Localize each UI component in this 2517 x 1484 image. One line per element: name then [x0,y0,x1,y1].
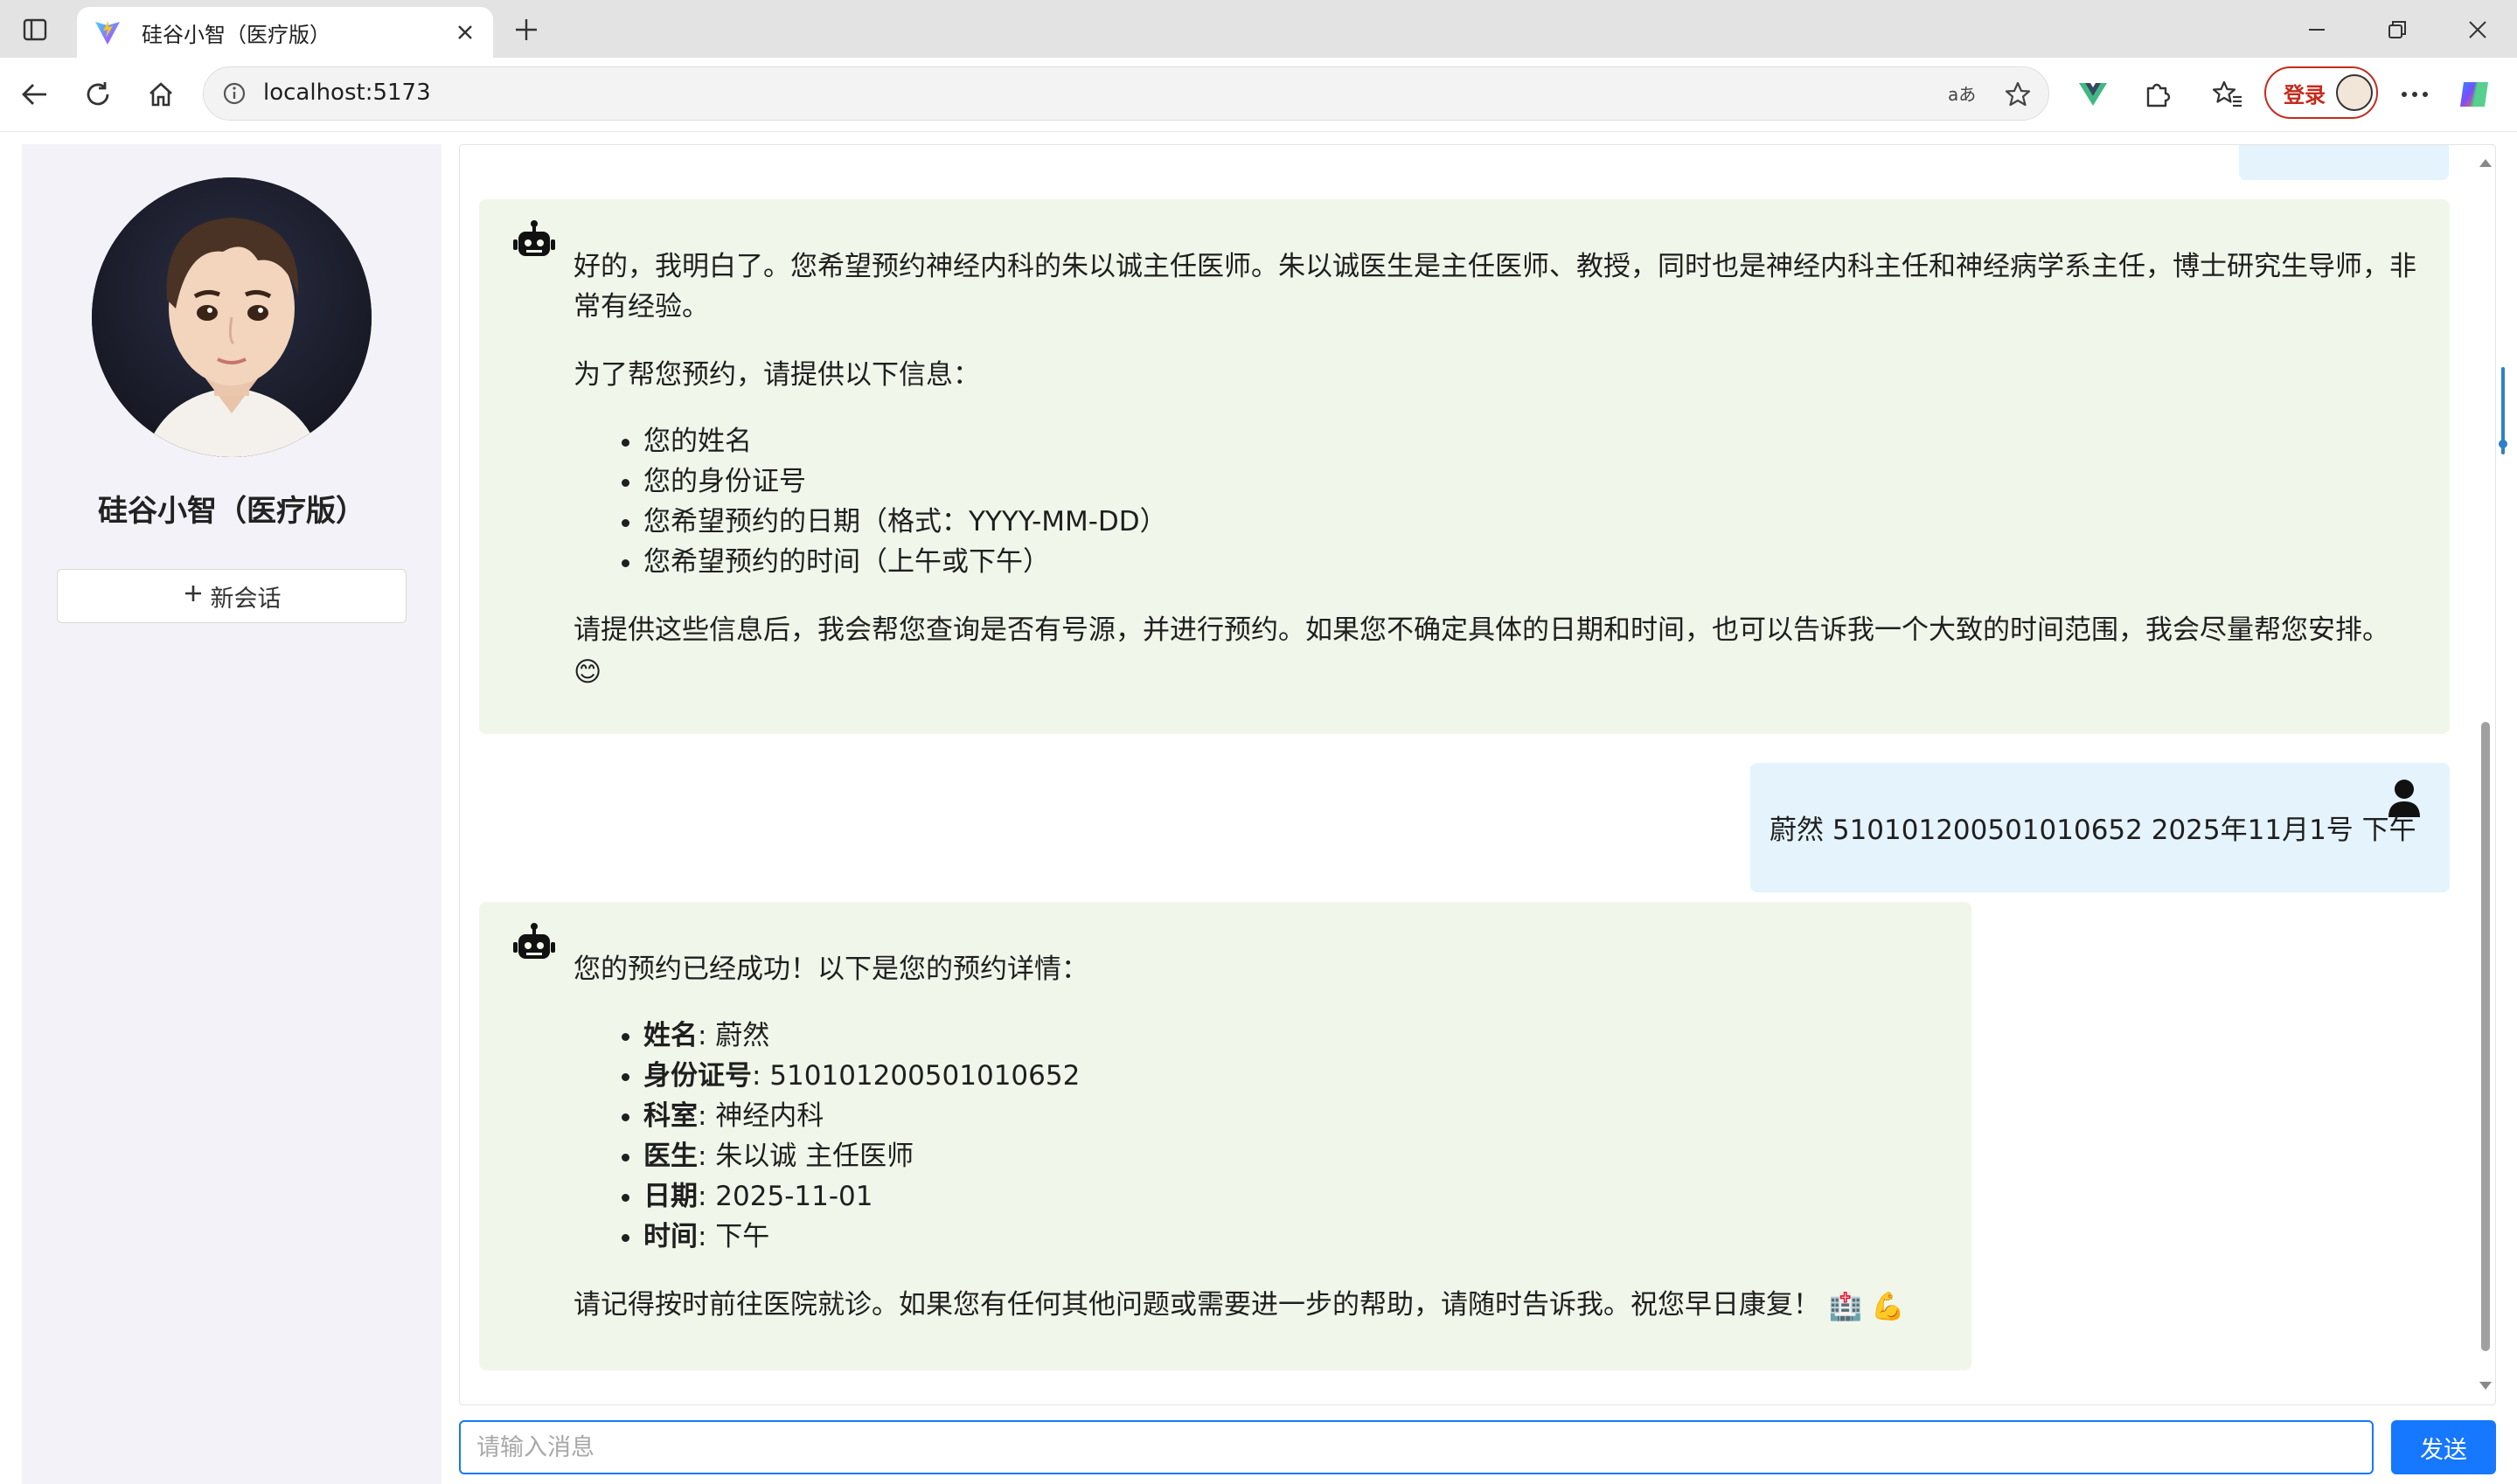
more-menu-icon[interactable] [2395,75,2434,114]
hospital-emoji: 🏥 [1828,1290,1863,1322]
bot-message-content: 您的预约已经成功！以下是您的预约详情： 姓名: 蔚然 身份证号: 5101012… [574,949,1955,1327]
list-item: 医生: 朱以诚 主任医师 [643,1136,1955,1176]
assistant-avatar [92,177,372,457]
read-aloud-icon[interactable]: aあ [1945,78,1978,111]
restore-window-icon[interactable] [2371,10,2423,49]
login-label: 登录 [2284,82,2326,107]
plus-icon [183,583,204,610]
favorite-star-icon[interactable] [2001,78,2034,111]
scroll-up-arrow-icon[interactable] [2479,157,2493,168]
bot-paragraph: 好的，我明白了。您希望预约神经内科的朱以诚主任医师。朱以诚医生是主任医师、教授，… [574,251,2416,322]
bot-message: 您的预约已经成功！以下是您的预约详情： 姓名: 蔚然 身份证号: 5101012… [479,902,1971,1370]
site-info-icon[interactable] [219,79,249,108]
bot-paragraph-text: 请提供这些信息后，我会帮您查询是否有号源，并进行预约。如果您不确定具体的日期和时… [574,614,2389,646]
sidebar: 硅谷小智（医疗版） 新会话 [22,144,442,1484]
user-icon [2385,777,2423,819]
list-item: 您的姓名 [643,421,2418,461]
app-title: 硅谷小智（医疗版） [98,494,365,529]
detail-value: : 神经内科 [698,1100,824,1132]
flexed-biceps-emoji: 💪 [1871,1290,1905,1322]
previous-user-message [2239,145,2449,180]
browser-toolbar: localhost:5173 aあ 登录 [0,58,2517,132]
close-window-icon[interactable] [2451,10,2504,49]
list-item: 您的身份证号 [643,461,2418,502]
favorites-collections-icon[interactable] [2208,75,2247,114]
tab-actions-icon[interactable] [19,14,51,45]
detail-value: : 蔚然 [698,1020,770,1051]
extensions-puzzle-icon[interactable] [2138,75,2177,114]
chat-message-list[interactable]: 好的，我明白了。您希望预约神经内科的朱以诚主任医师。朱以诚医生是主任医师、教授，… [459,144,2496,1405]
chat-scrollbar[interactable] [2473,145,2495,1404]
profile-avatar-icon [2336,74,2373,111]
app-root: 硅谷小智（医疗版） 新会话 好的，我明白了。您希望预约神经内科的朱以诚主任医师。… [0,132,2517,1484]
login-button[interactable]: 登录 [2264,66,2378,119]
browser-tab-active[interactable]: 硅谷小智（医疗版） [77,7,493,58]
detail-label: 身份证号 [643,1060,752,1092]
vue-devtools-icon[interactable] [2074,75,2112,114]
bot-paragraph: 请提供这些信息后，我会帮您查询是否有号源，并进行预约。如果您不确定具体的日期和时… [574,610,2418,692]
address-url[interactable]: localhost:5173 [263,80,431,106]
robot-icon [512,218,556,262]
message-input[interactable] [459,1420,2374,1474]
address-bar[interactable]: localhost:5173 aあ [203,66,2049,121]
bot-paragraph: 为了帮您预约，请提供以下信息： [574,359,980,391]
page-side-slider[interactable] [2499,236,2507,454]
detail-value: : 2025-11-01 [698,1181,873,1212]
appointment-details-list: 姓名: 蔚然 身份证号: 510101200501010652 科室: 神经内科… [574,1016,1955,1257]
new-tab-plus-icon[interactable] [509,12,544,47]
scrollbar-thumb[interactable] [2481,722,2490,1351]
back-arrow-icon[interactable] [16,75,54,114]
user-message: 蔚然 510101200501010652 2025年11月1号 下午 [1750,763,2450,892]
list-item: 时间: 下午 [643,1217,1955,1257]
detail-label: 医生 [643,1141,698,1172]
bot-paragraph: 请记得按时前往医院就诊。如果您有任何其他问题或需要进一步的帮助，请随时告诉我。祝… [574,1285,1955,1327]
user-message-text: 蔚然 510101200501010652 2025年11月1号 下午 [1770,815,2416,846]
list-item: 姓名: 蔚然 [643,1016,1955,1056]
svg-text:aあ: aあ [1948,84,1976,105]
bot-paragraph-text: 请记得按时前往医院就诊。如果您有任何其他问题或需要进一步的帮助，请随时告诉我。祝… [574,1289,1820,1321]
list-item: 身份证号: 510101200501010652 [643,1056,1955,1096]
detail-label: 日期 [643,1181,698,1212]
scroll-down-arrow-icon[interactable] [2479,1381,2493,1391]
detail-label: 科室 [643,1100,698,1132]
close-tab-icon[interactable] [448,15,483,50]
minimize-icon[interactable] [2291,10,2343,49]
list-item: 您希望预约的时间（上午或下午） [643,542,2418,582]
list-item: 科室: 神经内科 [643,1096,1955,1136]
detail-label: 时间 [643,1221,698,1252]
detail-value: : 510101200501010652 [752,1060,1081,1092]
bot-message-content: 好的，我明白了。您希望预约神经内科的朱以诚主任医师。朱以诚医生是主任医师、教授，… [574,246,2418,692]
send-button[interactable]: 发送 [2391,1420,2496,1474]
vite-logo-icon [93,17,122,47]
robot-icon [512,921,556,965]
new-chat-label: 新会话 [210,585,282,613]
detail-label: 姓名 [643,1020,698,1051]
smile-emoji: 😊 [574,655,602,688]
list-item: 您希望预约的日期（格式：YYYY-MM-DD） [643,502,2418,542]
copilot-icon[interactable] [2455,75,2493,114]
bot-message: 好的，我明白了。您希望预约神经内科的朱以诚主任医师。朱以诚医生是主任医师、教授，… [479,199,2450,734]
bot-paragraph: 您的预约已经成功！以下是您的预约详情： [574,954,1088,985]
browser-tab-strip: 硅谷小智（医疗版） [0,0,2517,58]
home-icon[interactable] [142,75,180,114]
reload-icon[interactable] [79,75,117,114]
tab-title: 硅谷小智（医疗版） [142,22,330,47]
detail-value: : 下午 [698,1221,770,1252]
bot-info-list: 您的姓名 您的身份证号 您希望预约的日期（格式：YYYY-MM-DD） 您希望预… [574,421,2418,582]
list-item: 日期: 2025-11-01 [643,1176,1955,1217]
new-chat-button[interactable]: 新会话 [57,569,407,623]
detail-value: : 朱以诚 主任医师 [698,1141,914,1172]
